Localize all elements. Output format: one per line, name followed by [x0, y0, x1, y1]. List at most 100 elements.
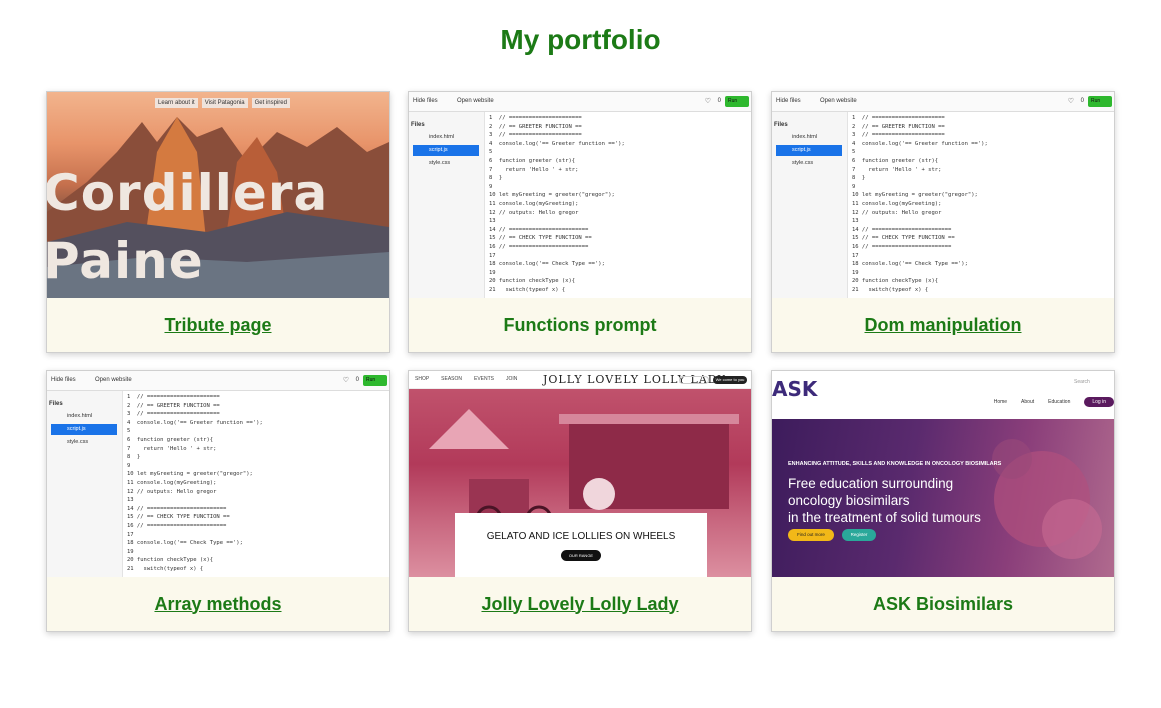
code-line: 6 function greeter (str){	[489, 157, 576, 164]
code-area: 1 // ====================== 2 // == GREET…	[489, 114, 751, 298]
code-line: 10 let myGreeting = greeter("gregor");	[852, 192, 978, 199]
open-website-button: Open website	[820, 98, 857, 104]
code-line: 1 // ======================	[489, 115, 582, 121]
code-line: 18 console.log('== Check Type ==');	[489, 261, 605, 268]
code-line: 10 let myGreeting = greeter("gregor");	[127, 471, 253, 478]
tribute-heading: Cordillera	[47, 164, 329, 222]
code-line: 18 console.log('== Check Type ==');	[852, 261, 968, 268]
ask-headline-line: oncology biosimilars	[788, 493, 910, 508]
card-thumbnail[interactable]: Learn about it Visit Patagonia Get inspi…	[47, 92, 389, 298]
code-area: 1 // ====================== 2 // == GREET…	[852, 114, 1114, 298]
ask-headline: Free education surrounding oncology bios…	[788, 475, 981, 526]
code-line: 8 }	[852, 175, 866, 182]
code-line: 8 }	[489, 175, 503, 182]
card-thumbnail[interactable]: ASK Search Home About Education Log in E…	[772, 371, 1114, 577]
jolly-cta-button: We come to you	[713, 376, 747, 384]
ask-logo: ASK	[772, 377, 818, 401]
jolly-nav-item: SEASON	[441, 376, 463, 382]
card-link[interactable]: Tribute page	[164, 315, 271, 336]
code-line: 11 console.log(myGreeting);	[127, 479, 217, 486]
card-caption: Array methods	[47, 577, 389, 631]
code-line: 13	[489, 218, 496, 225]
tribute-nav: Learn about it Visit Patagonia Get inspi…	[155, 98, 290, 108]
code-line: 19	[127, 548, 134, 555]
file-item: index.html	[67, 413, 93, 419]
code-editor-preview: Hide files Open website ♡ 0 Run Files in…	[47, 371, 389, 577]
code-line: 9	[852, 183, 856, 190]
ask-kicker: ENHANCING ATTITUDE, SKILLS AND KNOWLEDGE…	[788, 461, 1002, 467]
card-thumbnail[interactable]: Hide files Open website ♡ 0 Run Files in…	[47, 371, 389, 577]
jolly-nav-item: SHOP	[415, 376, 430, 382]
file-item: script.js	[413, 145, 479, 156]
code-line: 21 switch(typeof x) {	[127, 565, 204, 572]
hide-files-button: Hide files	[776, 98, 801, 104]
code-line: 8 }	[127, 454, 141, 461]
file-item: style.css	[429, 160, 451, 166]
ask-login-button: Log in	[1084, 397, 1114, 407]
code-line: 20 function checkType (x){	[852, 278, 939, 285]
code-line: 18 console.log('== Check Type ==');	[127, 540, 243, 547]
card-link[interactable]: Jolly Lovely Lolly Lady	[481, 594, 678, 615]
card-caption: ASK Biosimilars	[772, 577, 1114, 631]
ask-hero: ENHANCING ATTITUDE, SKILLS AND KNOWLEDGE…	[772, 419, 1114, 577]
code-editor-preview: Hide files Open website ♡ 0 Run Files in…	[772, 92, 1114, 298]
code-line: 15 // == CHECK TYPE FUNCTION ==	[852, 235, 955, 242]
code-line: 9	[489, 183, 493, 190]
code-line: 3 // ======================	[852, 132, 945, 139]
run-button: Run	[725, 96, 749, 107]
ask-nav-item: Education	[1048, 399, 1071, 405]
code-line: 1 // ======================	[127, 394, 220, 400]
heart-icon: ♡	[1067, 98, 1074, 105]
portfolio-card-ask[interactable]: ASK Search Home About Education Log in E…	[771, 370, 1115, 632]
code-line: 16 // ========================	[127, 522, 227, 529]
code-line: 19	[489, 269, 496, 276]
code-line: 10 let myGreeting = greeter("gregor");	[489, 192, 615, 199]
code-line: 4 console.log('== Greeter function ==');	[489, 140, 625, 147]
jolly-nav-item: EVENTS	[474, 376, 495, 382]
code-line: 7 return 'Hello ' + str;	[489, 166, 579, 173]
code-line: 14 // ========================	[852, 226, 952, 233]
card-link[interactable]: Dom manipulation	[865, 315, 1022, 336]
code-line: 7 return 'Hello ' + str;	[127, 445, 217, 452]
code-line: 1 // ======================	[852, 115, 945, 121]
file-item: script.js	[776, 145, 842, 156]
files-title: Files	[411, 122, 425, 128]
code-line: 5	[852, 149, 856, 156]
code-line: 6 function greeter (str){	[127, 436, 214, 443]
card-caption: Functions prompt	[409, 298, 751, 352]
code-line: 2 // == GREETER FUNCTION ==	[489, 123, 582, 130]
card-thumbnail[interactable]: SHOP SEASON EVENTS JOIN JOLLY LOVELY LOL…	[409, 371, 751, 577]
open-website-button: Open website	[95, 377, 132, 383]
ask-nav-item: Home	[993, 399, 1008, 405]
tribute-heading: Paine	[47, 232, 204, 290]
portfolio-card-jolly[interactable]: SHOP SEASON EVENTS JOIN JOLLY LOVELY LOL…	[408, 370, 752, 632]
file-item: style.css	[792, 160, 814, 166]
portfolio-card-functions[interactable]: Hide files Open website ♡ 0 Run Files in…	[408, 91, 752, 353]
card-thumbnail[interactable]: Hide files Open website ♡ 0 Run Files in…	[772, 92, 1114, 298]
code-line: 2 // == GREETER FUNCTION ==	[127, 402, 220, 409]
code-line: 21 switch(typeof x) {	[489, 286, 566, 293]
code-line: 12 // outputs: Hello gregor	[852, 209, 942, 216]
code-area: 1 // ====================== 2 // == GREET…	[127, 393, 389, 577]
code-line: 5	[127, 428, 131, 435]
code-line: 15 // == CHECK TYPE FUNCTION ==	[489, 235, 592, 242]
our-range-button: OUR RANGE	[561, 550, 601, 561]
files-title: Files	[774, 122, 788, 128]
code-line: 7 return 'Hello ' + str;	[852, 166, 942, 173]
code-line: 11 console.log(myGreeting);	[852, 200, 942, 207]
card-title: ASK Biosimilars	[872, 593, 1014, 614]
code-line: 6 function greeter (str){	[852, 157, 939, 164]
code-line: 17	[127, 531, 134, 538]
code-line: 14 // ========================	[489, 226, 589, 233]
card-thumbnail[interactable]: Hide files Open website ♡ 0 Run Files in…	[409, 92, 751, 298]
code-line: 9	[127, 462, 131, 469]
code-line: 11 console.log(myGreeting);	[489, 200, 579, 207]
ask-search: Search	[1074, 379, 1090, 385]
file-item: index.html	[429, 134, 455, 140]
jolly-nav-item: JOIN	[506, 376, 518, 382]
portfolio-card-array[interactable]: Hide files Open website ♡ 0 Run Files in…	[46, 370, 390, 632]
code-line: 16 // ========================	[489, 243, 589, 250]
portfolio-card-tribute[interactable]: Learn about it Visit Patagonia Get inspi…	[46, 91, 390, 353]
card-link[interactable]: Array methods	[154, 594, 281, 615]
portfolio-card-dom[interactable]: Hide files Open website ♡ 0 Run Files in…	[771, 91, 1115, 353]
